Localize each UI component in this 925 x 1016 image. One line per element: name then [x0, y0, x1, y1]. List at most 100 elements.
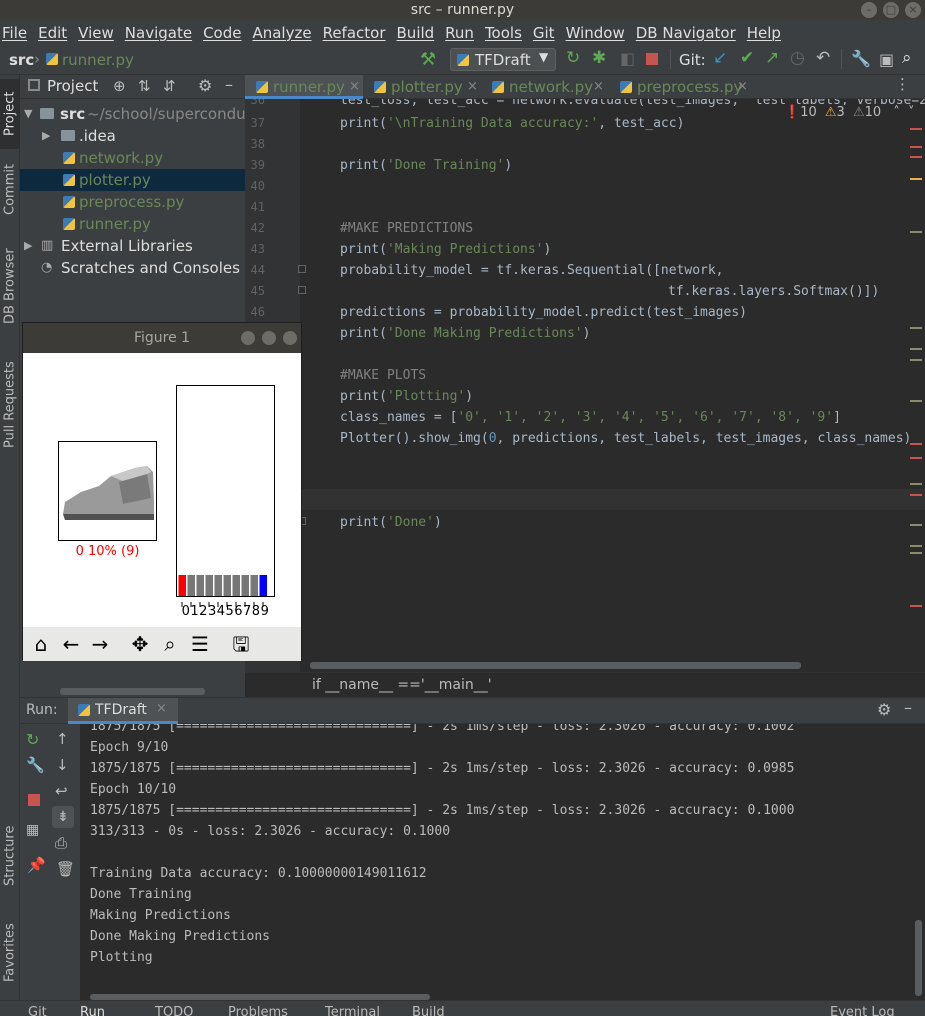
bottom-tab-build[interactable]: Build	[412, 1005, 445, 1016]
run-console[interactable]: 1875/1875 [=============================…	[80, 724, 925, 1000]
tree-item-scratches[interactable]: ◔ Scratches and Consoles	[20, 257, 245, 279]
weak-stripe-mark[interactable]	[910, 359, 922, 361]
configure-subplots-icon[interactable]: ☰	[186, 630, 214, 658]
home-icon[interactable]: ⌂	[27, 630, 55, 658]
tool-tab-structure[interactable]: Structure	[0, 823, 20, 888]
weak-stripe-mark[interactable]	[910, 545, 922, 547]
weak-stripe-mark[interactable]	[910, 552, 922, 554]
error-stripe-mark[interactable]	[910, 156, 922, 158]
coverage-icon[interactable]: ◧	[620, 49, 635, 68]
gear-icon[interactable]: ⚙	[877, 700, 891, 719]
ide-settings-icon[interactable]: 🔧	[851, 49, 871, 68]
menu-build[interactable]: Build	[397, 24, 435, 42]
weak-stripe-mark[interactable]	[910, 231, 922, 233]
wrench-icon[interactable]: 🔧	[26, 756, 45, 774]
horizontal-scrollbar[interactable]	[60, 688, 205, 695]
menu-view[interactable]: View	[78, 24, 114, 42]
soft-wrap-icon[interactable]: ↩	[55, 782, 68, 800]
zoom-icon[interactable]: ⌕	[156, 630, 184, 658]
project-view-selector[interactable]: Project	[47, 77, 98, 95]
print-icon[interactable]: ⎙	[55, 834, 67, 852]
menu-help[interactable]: Help	[747, 24, 781, 42]
layout-icon[interactable]: ▦	[26, 822, 39, 838]
menu-analyze[interactable]: Analyze	[252, 24, 311, 42]
bottom-tab-event-log[interactable]: Event Log	[830, 1005, 895, 1016]
close-tab-icon[interactable]: ×	[467, 75, 478, 99]
git-commit-icon[interactable]: ✔	[740, 48, 754, 68]
tab-runner[interactable]: runner.py ×	[245, 75, 363, 99]
tab-list-icon[interactable]: ⋮	[895, 75, 910, 93]
error-stripe-mark[interactable]	[910, 457, 922, 459]
figure-minimize-button[interactable]	[241, 331, 255, 345]
chevron-up-icon[interactable]: ˄	[893, 105, 900, 120]
menu-code[interactable]: Code	[203, 24, 241, 42]
chevron-down-icon[interactable]: ˅	[908, 105, 915, 120]
close-tab-icon[interactable]: ×	[349, 75, 360, 99]
save-icon[interactable]: 🖫	[227, 630, 255, 658]
error-stripe-mark[interactable]	[910, 128, 922, 130]
editor-horizontal-scrollbar[interactable]	[310, 662, 801, 669]
menu-refactor[interactable]: Refactor	[323, 24, 386, 42]
fold-icon[interactable]	[298, 265, 306, 273]
rerun-icon[interactable]: ↻	[566, 48, 580, 68]
tree-item-idea[interactable]: ▶ .idea	[20, 125, 245, 147]
inspection-widget[interactable]: ❗10 ⚠3 ⚠10 ˄ ˅	[780, 105, 915, 123]
console-vertical-scrollbar[interactable]	[915, 920, 922, 996]
weak-stripe-mark[interactable]	[910, 524, 922, 526]
error-stripe-mark[interactable]	[910, 146, 922, 148]
stop-icon[interactable]	[28, 794, 40, 806]
menu-window[interactable]: Window	[566, 24, 625, 42]
tool-tab-project[interactable]: Project	[0, 79, 20, 149]
tool-tab-pull-requests[interactable]: Pull Requests	[0, 355, 20, 455]
rerun-icon[interactable]: ↻	[26, 730, 39, 749]
stop-icon[interactable]	[646, 53, 658, 65]
error-stripe-mark[interactable]	[910, 443, 922, 445]
weak-stripe-mark[interactable]	[910, 348, 922, 350]
error-stripe-mark[interactable]	[910, 494, 922, 496]
menu-git[interactable]: Git	[533, 24, 555, 42]
locate-icon[interactable]: ⊕	[113, 77, 126, 95]
collapse-all-icon[interactable]: ⇵	[163, 77, 176, 95]
breadcrumb-scope[interactable]: if __name__ =='__main__'	[312, 677, 492, 693]
tree-item-preprocess[interactable]: preprocess.py	[20, 191, 245, 213]
search-icon[interactable]: ⌕	[902, 48, 912, 68]
close-tab-icon[interactable]: ×	[737, 75, 748, 99]
back-arrow-icon[interactable]: ←	[57, 630, 85, 658]
menu-file[interactable]: File	[2, 24, 27, 42]
tree-item-plotter[interactable]: plotter.py	[20, 169, 245, 191]
bottom-tab-git[interactable]: Git	[28, 1005, 47, 1016]
weak-stripe-mark[interactable]	[910, 483, 922, 485]
git-update-icon[interactable]: ↙	[713, 48, 727, 68]
error-stripe-mark[interactable]	[910, 605, 922, 607]
figure-window[interactable]: Figure 1 0 10% (9) 0123456789 ⌂ ← → ✥ ⌕	[22, 322, 302, 661]
build-hammer-icon[interactable]: ⚒	[420, 49, 436, 70]
expand-all-icon[interactable]: ⇅	[138, 77, 151, 95]
rollback-icon[interactable]: ↶	[816, 48, 830, 68]
menu-navigate[interactable]: Navigate	[125, 24, 192, 42]
close-window-button[interactable]: ×	[905, 2, 921, 18]
tab-preprocess[interactable]: preprocess.py ×	[611, 75, 751, 99]
figure-close-button[interactable]	[283, 331, 297, 345]
run-config-selector[interactable]: TFDraft ▼	[450, 48, 556, 71]
hide-panel-icon[interactable]: –	[904, 698, 912, 717]
tree-root[interactable]: ▼ src ~/school/superconduct	[20, 103, 245, 125]
bottom-tab-problems[interactable]: Problems	[228, 1005, 288, 1016]
menu-db-navigator[interactable]: DB Navigator	[636, 24, 736, 42]
close-tab-icon[interactable]: ×	[156, 701, 167, 716]
hide-panel-icon[interactable]: –	[225, 75, 233, 94]
fold-icon[interactable]	[298, 286, 306, 294]
layout-icon[interactable]: ▣	[879, 50, 894, 69]
history-icon[interactable]: ◷	[790, 48, 805, 68]
pin-icon[interactable]: 📌	[27, 856, 46, 874]
down-arrow-icon[interactable]: ↓	[56, 756, 69, 774]
tool-tab-commit[interactable]: Commit	[0, 159, 20, 219]
bottom-tab-todo[interactable]: TODO	[155, 1005, 193, 1016]
scroll-to-end-icon[interactable]: ⇟	[52, 806, 74, 828]
bottom-tab-terminal[interactable]: Terminal	[325, 1005, 380, 1016]
trash-icon[interactable]: 🗑	[56, 860, 75, 878]
tree-item-runner[interactable]: runner.py	[20, 213, 245, 235]
tree-item-network[interactable]: network.py	[20, 147, 245, 169]
run-tab-tfdraft[interactable]: TFDraft ×	[68, 698, 178, 724]
breadcrumb-root[interactable]: src	[9, 51, 34, 69]
tool-tab-db-browser[interactable]: DB Browser	[0, 241, 20, 331]
